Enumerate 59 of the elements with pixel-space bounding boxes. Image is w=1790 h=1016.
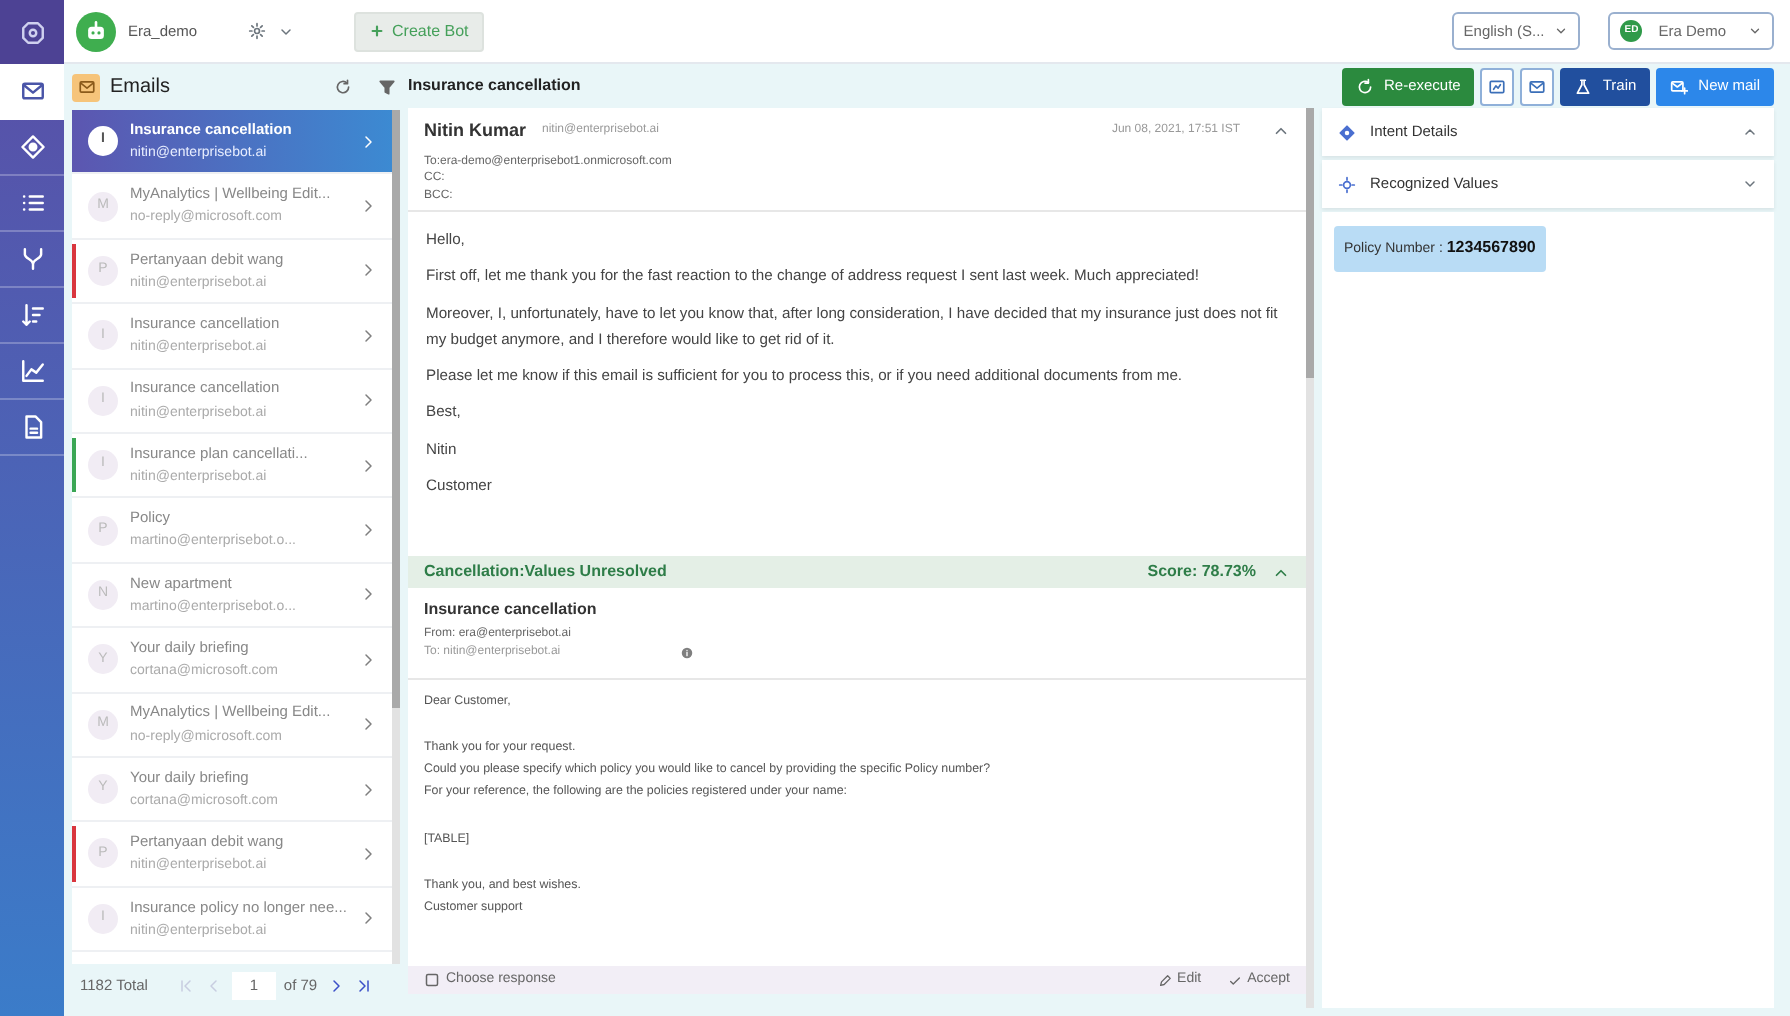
chevron-right-icon: [360, 262, 376, 279]
fork-icon: [19, 246, 45, 272]
mail-button[interactable]: [1520, 67, 1555, 105]
image-button[interactable]: [1480, 67, 1515, 105]
chevron-right-icon: [360, 586, 376, 603]
info-icon[interactable]: [680, 645, 694, 660]
chevron-up-icon: [1742, 124, 1758, 140]
caret-icon[interactable]: [278, 23, 294, 39]
mail-icon: [77, 78, 95, 96]
scrollbar[interactable]: [1306, 108, 1314, 1008]
chevron-right-icon: [360, 716, 376, 733]
chevron-right-icon: [360, 522, 376, 539]
chevron-right-icon: [360, 845, 376, 862]
new-mail-icon: [1670, 77, 1689, 95]
chevron-right-icon: [360, 327, 376, 344]
refresh-icon: [334, 78, 352, 96]
app-logo-icon[interactable]: [19, 19, 45, 45]
list-title: Emails: [110, 74, 173, 102]
skip-right-icon: [355, 978, 372, 994]
scrollbar[interactable]: [392, 110, 400, 964]
chevron-right-icon: [360, 651, 376, 668]
sender-name: Nitin Kumar: [424, 118, 527, 144]
chevron-right-icon: [327, 978, 344, 994]
pencil-icon: [1157, 973, 1172, 987]
mail-icon: [19, 78, 45, 104]
filter-icon: [378, 78, 396, 96]
chevron-right-icon: [360, 781, 376, 798]
intent-label: Cancellation:Values Unresolved: [424, 560, 667, 584]
settings-icon[interactable]: [248, 22, 266, 40]
chevron-left-icon: [205, 978, 222, 994]
sort-icon: [19, 302, 45, 328]
score-label: Score: 78.73%: [1147, 560, 1256, 584]
message-title: Insurance cancellation: [408, 74, 581, 98]
chevron-right-icon: [360, 198, 376, 215]
diamond-icon: [1338, 123, 1356, 141]
chevron-right-icon: [360, 133, 376, 150]
plus-icon: [370, 24, 384, 38]
chevron-down-icon: [1742, 176, 1758, 192]
last-page-button[interactable]: [353, 976, 374, 996]
response-subject: Insurance cancellation: [424, 598, 599, 622]
chevron-right-icon: [360, 457, 376, 474]
create-bot-button[interactable]: Create Bot: [354, 11, 485, 51]
flask-icon: [1574, 77, 1593, 95]
mail-icon: [1528, 77, 1547, 95]
nav-button[interactable]: [0, 64, 64, 120]
recycle-icon: [1355, 77, 1374, 95]
crosshair-icon: [1338, 175, 1356, 193]
checkbox-icon: [424, 972, 440, 988]
check-icon: [1227, 973, 1242, 987]
caret-icon: [1748, 24, 1762, 38]
chevron-right-icon: [360, 392, 376, 409]
list-icon: [19, 190, 45, 216]
image-icon: [1488, 77, 1507, 95]
document-icon: [19, 414, 45, 440]
skip-left-icon: [177, 978, 194, 994]
chevron-right-icon: [360, 910, 376, 927]
caret-icon: [1554, 24, 1569, 38]
diamond-icon: [19, 134, 45, 160]
line-chart-icon: [19, 358, 45, 384]
